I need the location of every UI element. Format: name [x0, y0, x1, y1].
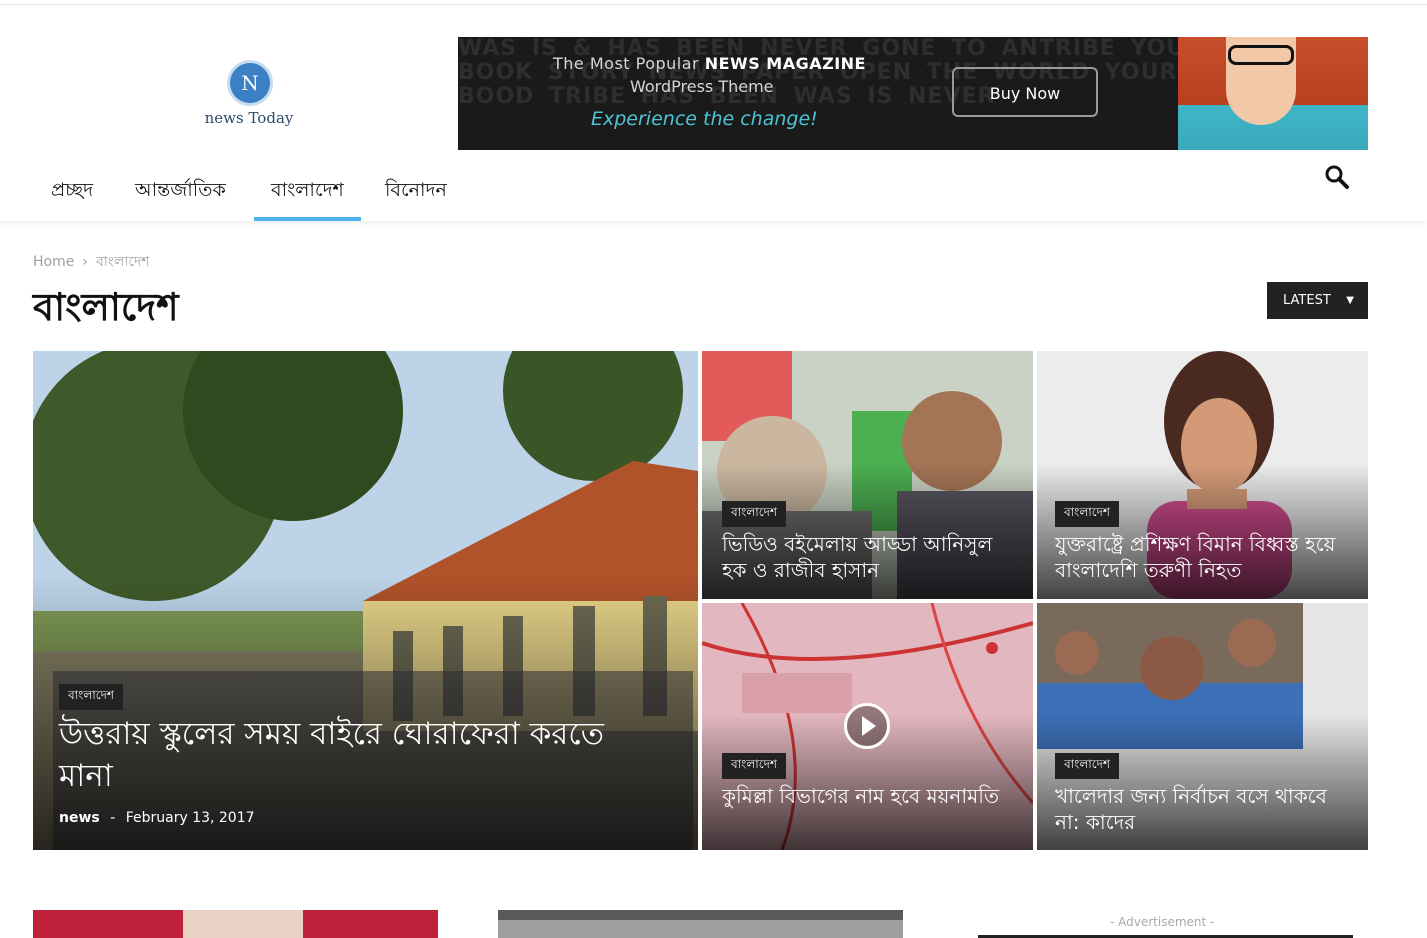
banner-headline: The Most Popular NEWS MAGAZINE: [553, 54, 866, 73]
post-title[interactable]: কুমিল্লা বিভাগের নাম হবে ময়নামতি: [722, 783, 1017, 809]
post-title[interactable]: যুক্তরাষ্ট্রে প্রশিক্ষণ বিমান বিধ্বস্ত হ…: [1055, 531, 1355, 583]
nav-item-home[interactable]: প্রচ্ছদ: [51, 165, 93, 221]
category-badge[interactable]: বাংলাদেশ: [1055, 753, 1119, 779]
search-icon[interactable]: [1323, 163, 1353, 193]
breadcrumb-home[interactable]: Home: [33, 254, 74, 270]
post-tile[interactable]: বাংলাদেশ যুক্তরাষ্ট্রে প্রশিক্ষণ বিমান ব…: [1037, 351, 1368, 599]
meta-separator: -: [110, 810, 116, 826]
chevron-down-icon: ▼: [1346, 295, 1354, 306]
featured-title[interactable]: উত্তরায় স্কুলের সময় বাইরে ঘোরাফেরা করত…: [59, 713, 659, 797]
breadcrumb-current[interactable]: বাংলাদেশ: [96, 254, 150, 270]
logo-text: news Today: [204, 109, 294, 127]
buy-now-button[interactable]: Buy Now: [952, 67, 1098, 117]
site-header: N news Today WAS IS & HAS BEEN NEVER GON…: [0, 5, 1427, 221]
post-tile[interactable]: বাংলাদেশ খালেদার জন্য নির্বাচন বসে থাকবে…: [1037, 603, 1368, 850]
category-badge[interactable]: বাংলাদেশ: [1055, 501, 1119, 527]
model-glasses: [1228, 45, 1294, 65]
category-badge[interactable]: বাংলাদেশ: [59, 684, 123, 710]
category-badge[interactable]: বাংলাদেশ: [722, 753, 786, 779]
advertisement-label: - Advertisement -: [1110, 915, 1215, 929]
banner-model-image: [1178, 37, 1368, 150]
page-title: বাংলাদেশ: [33, 285, 179, 329]
post-meta: news - February 13, 2017: [59, 810, 255, 826]
header-ad-banner[interactable]: WAS IS & HAS BEEN NEVER GONE TO ANTRIBE …: [458, 37, 1368, 150]
post-card-thumbnail[interactable]: [33, 910, 438, 938]
banner-tagline: Experience the change!: [591, 108, 818, 130]
post-tile[interactable]: বাংলাদেশ ভিডিও বইমেলায় আড্ডা আনিসুল হক …: [702, 351, 1033, 599]
breadcrumb-separator: ›: [82, 254, 88, 270]
featured-post[interactable]: বাংলাদেশ উত্তরায় স্কুলের সময় বাইরে ঘোর…: [33, 351, 698, 850]
banner-headline-prefix: The Most Popular: [553, 54, 700, 73]
post-title[interactable]: খালেদার জন্য নির্বাচন বসে থাকবে না: কাদে…: [1055, 783, 1355, 835]
sort-dropdown[interactable]: LATEST ▼: [1267, 282, 1368, 319]
banner-headline-bold: NEWS MAGAZINE: [704, 54, 866, 73]
nav-item-bangladesh[interactable]: বাংলাদেশ: [254, 165, 361, 221]
post-date: February 13, 2017: [125, 810, 255, 826]
post-card-thumbnail[interactable]: [498, 910, 903, 938]
thumbnail-detail: [498, 910, 903, 920]
post-tile[interactable]: বাংলাদেশ কুমিল্লা বিভাগের নাম হবে ময়নাম…: [702, 603, 1033, 850]
nav-item-international[interactable]: আন্তর্জাতিক: [135, 165, 226, 221]
breadcrumb: Home › বাংলাদেশ: [33, 250, 150, 274]
post-title[interactable]: ভিডিও বইমেলায় আড্ডা আনিসুল হক ও রাজীব হ…: [722, 531, 1017, 583]
banner-subline: WordPress Theme: [630, 77, 774, 96]
thumbnail-detail: [183, 910, 303, 938]
post-author[interactable]: news: [59, 810, 100, 826]
play-icon[interactable]: [844, 703, 890, 749]
sort-label: LATEST: [1283, 293, 1331, 308]
category-badge[interactable]: বাংলাদেশ: [722, 501, 786, 527]
nav-item-entertainment[interactable]: বিনোদন: [385, 165, 447, 221]
logo-icon: N: [230, 63, 270, 103]
site-logo[interactable]: N news Today: [168, 53, 330, 141]
